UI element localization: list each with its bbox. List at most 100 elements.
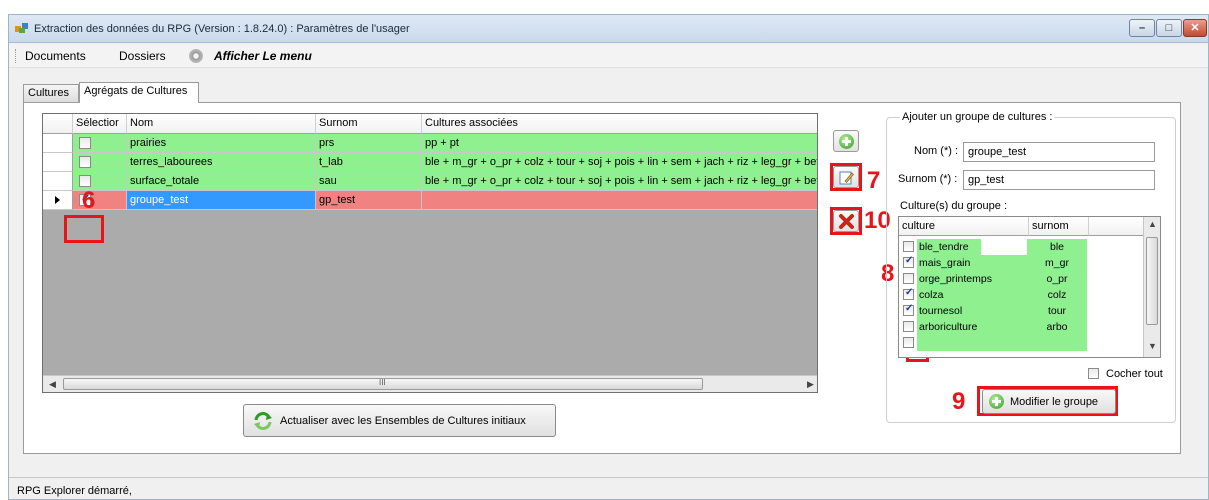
row-checkbox[interactable] bbox=[79, 175, 91, 187]
col-selection[interactable]: Sélectior bbox=[73, 114, 127, 134]
culture-row[interactable]: colza colz bbox=[899, 287, 1144, 303]
nom-cell[interactable]: terres_labourees bbox=[127, 153, 316, 172]
culture-checkbox[interactable] bbox=[903, 273, 914, 284]
scroll-right-icon[interactable]: ▶ bbox=[807, 379, 814, 390]
selection-cell[interactable] bbox=[73, 153, 127, 172]
culture-surnom-cell[interactable]: m_gr bbox=[1027, 255, 1087, 271]
table-row[interactable]: surface_totale sau ble + m_gr + o_pr + c… bbox=[43, 172, 817, 191]
aggregates-grid[interactable]: Sélectior Nom Surnom Cultures associées … bbox=[42, 113, 818, 393]
culture-surnom-cell[interactable]: arbo bbox=[1027, 319, 1087, 335]
culture-name-cell[interactable]: colza bbox=[917, 287, 1027, 303]
culture-checkbox[interactable] bbox=[903, 287, 914, 300]
maximize-icon: □ bbox=[1165, 22, 1173, 34]
surnom-cell[interactable]: t_lab bbox=[316, 153, 422, 172]
add-group-button[interactable] bbox=[833, 130, 859, 152]
row-checkbox[interactable] bbox=[79, 156, 91, 168]
culture-checkbox[interactable] bbox=[903, 241, 914, 252]
row-checkbox[interactable] bbox=[79, 137, 91, 149]
refresh-button[interactable]: Actualiser avec les Ensembles de Culture… bbox=[243, 404, 556, 437]
status-bar: RPG Explorer démarré, bbox=[9, 477, 1208, 499]
menu-afficher[interactable]: Afficher Le menu bbox=[214, 49, 312, 63]
table-row[interactable]: prairies prs pp + pt bbox=[43, 134, 817, 153]
tab-cultures[interactable]: Cultures bbox=[23, 84, 79, 102]
grid-horizontal-scrollbar[interactable]: ◀ III ▶ bbox=[43, 375, 817, 392]
cultures-vertical-scrollbar[interactable]: ▲ ▼ bbox=[1143, 217, 1160, 357]
culture-row-partial[interactable] bbox=[899, 335, 1144, 351]
culture-checkbox[interactable] bbox=[903, 321, 914, 332]
row-header bbox=[43, 134, 73, 153]
col-culture-surnom[interactable]: surnom bbox=[1029, 217, 1089, 236]
close-button[interactable]: ✕ bbox=[1183, 19, 1207, 37]
culture-surnom-cell[interactable]: o_pr bbox=[1027, 271, 1087, 287]
annotation-number-6: 6 bbox=[82, 187, 96, 214]
selection-cell[interactable] bbox=[73, 134, 127, 153]
culture-name-cell[interactable]: arboriculture bbox=[917, 319, 1027, 335]
surnom-cell[interactable]: gp_test bbox=[316, 191, 422, 210]
col-nom[interactable]: Nom bbox=[127, 114, 316, 134]
culture-name-cell[interactable]: mais_grain bbox=[917, 255, 1027, 271]
nom-cell[interactable]: groupe_test bbox=[127, 191, 316, 210]
culture-checkbox[interactable] bbox=[903, 337, 914, 348]
scroll-thumb[interactable] bbox=[1146, 237, 1158, 325]
annotation-number-7: 7 bbox=[867, 167, 881, 194]
current-row-arrow-icon bbox=[55, 196, 60, 204]
culture-name-cell[interactable]: ble_tendre bbox=[917, 239, 981, 255]
plus-icon bbox=[839, 134, 854, 149]
nom-input[interactable]: groupe_test bbox=[963, 142, 1155, 162]
table-row-selected[interactable]: groupe_test gp_test bbox=[43, 191, 817, 210]
scroll-grip: III bbox=[379, 378, 386, 387]
cultures-cell[interactable]: ble + m_gr + o_pr + colz + tour + soj + … bbox=[422, 172, 817, 191]
minimize-button[interactable]: – bbox=[1129, 19, 1155, 37]
culture-row[interactable]: ble_tendre ble bbox=[899, 239, 1144, 255]
surnom-input[interactable]: gp_test bbox=[963, 170, 1155, 190]
modify-group-button[interactable]: Modifier le groupe bbox=[982, 389, 1116, 414]
col-cultures[interactable]: Cultures associées bbox=[422, 114, 817, 134]
group-cultures-grid[interactable]: culture surnom ble_tendre ble mais_grain… bbox=[898, 216, 1161, 358]
culture-checkbox[interactable] bbox=[903, 255, 914, 268]
scroll-up-icon[interactable]: ▲ bbox=[1148, 219, 1157, 229]
row-header bbox=[43, 191, 73, 210]
culture-surnom-cell[interactable]: ble bbox=[1027, 239, 1087, 255]
surnom-cell[interactable]: prs bbox=[316, 134, 422, 153]
surnom-cell[interactable]: sau bbox=[316, 172, 422, 191]
gear-icon[interactable] bbox=[189, 49, 203, 63]
group-form-legend: Ajouter un groupe de cultures : bbox=[900, 111, 1055, 123]
culture-name-cell[interactable]: orge_printemps bbox=[917, 271, 1027, 287]
menu-grip bbox=[15, 49, 18, 63]
culture-row[interactable]: mais_grain m_gr bbox=[899, 255, 1144, 271]
scroll-down-icon[interactable]: ▼ bbox=[1148, 341, 1157, 351]
culture-row[interactable]: orge_printemps o_pr bbox=[899, 271, 1144, 287]
cultures-cell[interactable]: ble + m_gr + o_pr + colz + tour + soj + … bbox=[422, 153, 817, 172]
col-culture[interactable]: culture bbox=[899, 217, 1029, 236]
app-icon bbox=[15, 23, 28, 33]
cultures-cell[interactable]: pp + pt bbox=[422, 134, 817, 153]
annotation-box-6 bbox=[64, 215, 104, 243]
scroll-left-icon[interactable]: ◀ bbox=[49, 379, 56, 390]
close-icon: ✕ bbox=[1190, 22, 1200, 34]
menu-dossiers[interactable]: Dossiers bbox=[119, 49, 166, 63]
culture-name-cell[interactable]: tournesol bbox=[917, 303, 1027, 319]
culture-surnom-cell[interactable]: tour bbox=[1027, 303, 1087, 319]
culture-row[interactable]: arboriculture arbo bbox=[899, 319, 1144, 335]
refresh-button-label: Actualiser avec les Ensembles de Culture… bbox=[280, 415, 526, 427]
culture-checkbox[interactable] bbox=[903, 303, 914, 316]
culture-surnom-cell[interactable] bbox=[1027, 335, 1087, 351]
cocher-tout-checkbox[interactable] bbox=[1088, 368, 1099, 379]
menu-bar: Documents Dossiers Afficher Le menu bbox=[9, 44, 1208, 68]
culture-row[interactable]: tournesol tour bbox=[899, 303, 1144, 319]
title-bar: Extraction des données du RPG (Version :… bbox=[9, 15, 1208, 43]
table-row[interactable]: terres_labourees t_lab ble + m_gr + o_pr… bbox=[43, 153, 817, 172]
cocher-tout-label[interactable]: Cocher tout bbox=[1106, 368, 1163, 380]
culture-name-cell[interactable] bbox=[917, 335, 1027, 351]
row-header bbox=[43, 153, 73, 172]
annotation-box-7 bbox=[830, 163, 862, 191]
window-title: Extraction des données du RPG (Version :… bbox=[34, 23, 410, 35]
nom-cell[interactable]: prairies bbox=[127, 134, 316, 153]
maximize-button[interactable]: □ bbox=[1156, 19, 1182, 37]
menu-documents[interactable]: Documents bbox=[25, 49, 86, 63]
tab-agregats[interactable]: Agrégats de Cultures bbox=[79, 82, 199, 103]
cultures-cell[interactable] bbox=[422, 191, 817, 210]
nom-cell[interactable]: surface_totale bbox=[127, 172, 316, 191]
culture-surnom-cell[interactable]: colz bbox=[1027, 287, 1087, 303]
col-surnom[interactable]: Surnom bbox=[316, 114, 422, 134]
